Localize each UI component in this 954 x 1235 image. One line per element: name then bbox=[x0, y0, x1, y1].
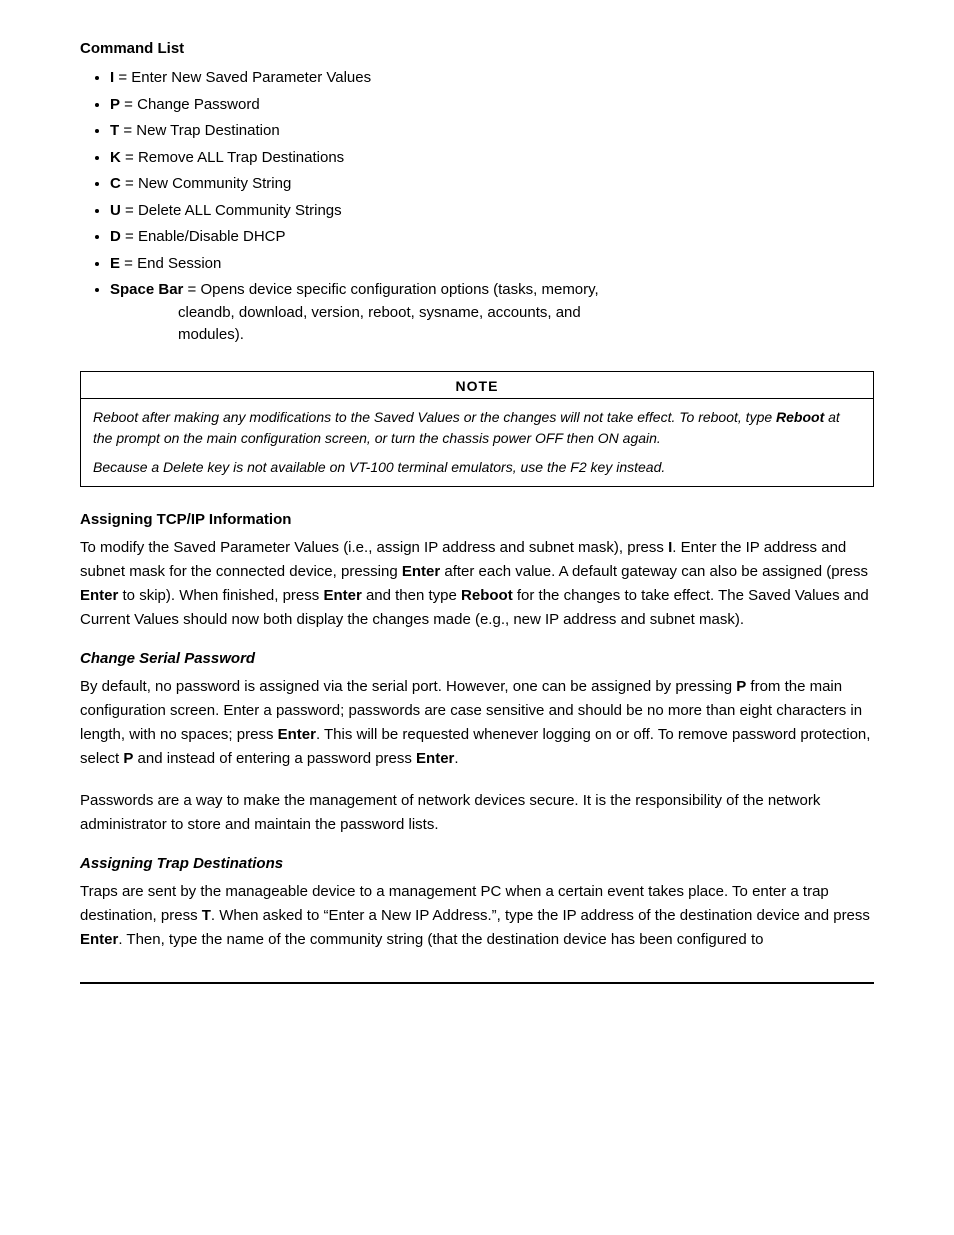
list-item: I = Enter New Saved Parameter Values bbox=[110, 67, 874, 90]
list-item: E = End Session bbox=[110, 253, 874, 276]
cmd-key-d: D bbox=[110, 228, 121, 245]
cmd-key-u: U bbox=[110, 202, 121, 219]
cmd-desc-k: = Remove ALL Trap Destinations bbox=[121, 149, 344, 166]
command-list-heading: Command List bbox=[80, 40, 874, 57]
note-text-delete: Because a Delete key is not available on… bbox=[93, 459, 665, 475]
note-text-reboot: Reboot after making any modifications to… bbox=[93, 409, 776, 425]
page-content: Command List I = Enter New Saved Paramet… bbox=[80, 40, 874, 984]
change-serial-body-1: By default, no password is assigned via … bbox=[80, 675, 874, 771]
change-serial-body-2: Passwords are a way to make the manageme… bbox=[80, 789, 874, 837]
bold-p: P bbox=[736, 678, 746, 695]
cmd-desc-u: = Delete ALL Community Strings bbox=[121, 202, 342, 219]
bold-i: I bbox=[668, 539, 672, 556]
cmd-desc-e: = End Session bbox=[120, 255, 221, 272]
bold-reboot: Reboot bbox=[461, 587, 513, 604]
list-item-spacebar: Space Bar = Opens device specific config… bbox=[110, 279, 874, 347]
list-item: D = Enable/Disable DHCP bbox=[110, 226, 874, 249]
bold-enter-4: Enter bbox=[278, 726, 316, 743]
note-paragraph-2: Because a Delete key is not available on… bbox=[93, 457, 861, 478]
bold-t: T bbox=[202, 907, 211, 924]
bold-enter-2: Enter bbox=[80, 587, 118, 604]
cmd-key-c: C bbox=[110, 175, 121, 192]
bold-enter-6: Enter bbox=[80, 931, 118, 948]
assigning-tcp-body: To modify the Saved Parameter Values (i.… bbox=[80, 536, 874, 632]
cmd-desc-spacebar: = Opens device specific configuration op… bbox=[183, 281, 598, 298]
bold-enter-5: Enter bbox=[416, 750, 454, 767]
bold-enter-1: Enter bbox=[402, 563, 440, 580]
assigning-tcp-section: Assigning TCP/IP Information To modify t… bbox=[80, 511, 874, 632]
list-item: C = New Community String bbox=[110, 173, 874, 196]
cmd-key-spacebar: Space Bar bbox=[110, 281, 183, 298]
assigning-trap-body: Traps are sent by the manageable device … bbox=[80, 880, 874, 952]
bottom-rule bbox=[80, 982, 874, 984]
cmd-key-k: K bbox=[110, 149, 121, 166]
list-item: U = Delete ALL Community Strings bbox=[110, 200, 874, 223]
command-list-items: I = Enter New Saved Parameter Values P =… bbox=[80, 67, 874, 347]
note-paragraph-1: Reboot after making any modifications to… bbox=[93, 407, 861, 449]
cmd-desc-c: = New Community String bbox=[121, 175, 291, 192]
list-item: T = New Trap Destination bbox=[110, 120, 874, 143]
list-item: K = Remove ALL Trap Destinations bbox=[110, 147, 874, 170]
assigning-trap-section: Assigning Trap Destinations Traps are se… bbox=[80, 855, 874, 952]
command-list-section: Command List I = Enter New Saved Paramet… bbox=[80, 40, 874, 347]
note-title: NOTE bbox=[81, 372, 873, 399]
change-serial-heading: Change Serial Password bbox=[80, 650, 874, 667]
cmd-desc-d: = Enable/Disable DHCP bbox=[121, 228, 286, 245]
note-body: Reboot after making any modifications to… bbox=[81, 399, 873, 486]
cmd-desc-spacebar-line3: modules). bbox=[110, 324, 874, 347]
assigning-trap-heading: Assigning Trap Destinations bbox=[80, 855, 874, 872]
note-box: NOTE Reboot after making any modificatio… bbox=[80, 371, 874, 487]
note-bold-reboot: Reboot bbox=[776, 409, 824, 425]
bold-p-2: P bbox=[123, 750, 133, 767]
assigning-tcp-heading: Assigning TCP/IP Information bbox=[80, 511, 874, 528]
change-serial-section: Change Serial Password By default, no pa… bbox=[80, 650, 874, 837]
cmd-desc-i: = Enter New Saved Parameter Values bbox=[114, 69, 371, 86]
cmd-key-t: T bbox=[110, 122, 119, 139]
cmd-key-e: E bbox=[110, 255, 120, 272]
bold-enter-3: Enter bbox=[323, 587, 361, 604]
cmd-desc-p: = Change Password bbox=[120, 96, 260, 113]
list-item: P = Change Password bbox=[110, 94, 874, 117]
cmd-desc-t: = New Trap Destination bbox=[119, 122, 280, 139]
cmd-key-p: P bbox=[110, 96, 120, 113]
cmd-desc-spacebar-line2: cleandb, download, version, reboot, sysn… bbox=[110, 302, 874, 325]
